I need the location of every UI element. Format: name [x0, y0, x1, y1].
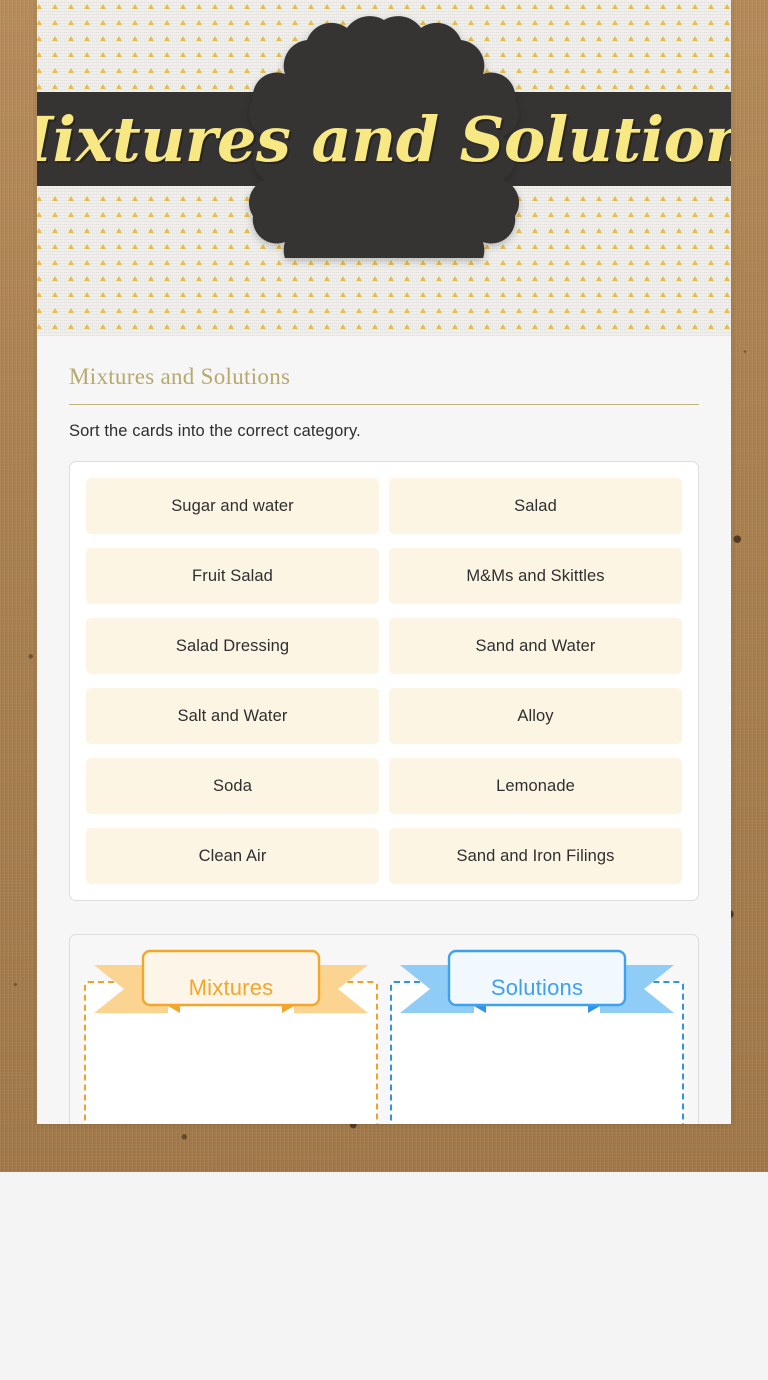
card-item[interactable]: Salad — [389, 478, 682, 534]
drop-zones-panel: Mixtures Solutions — [69, 934, 699, 1124]
drop-zone-mixtures-wrapper: Mixtures — [84, 949, 378, 1124]
card-item[interactable]: Sand and Water — [389, 618, 682, 674]
page-title: Mixtures and Solutions — [37, 102, 731, 176]
worksheet-header: Mixtures and Solutions — [37, 0, 731, 336]
card-item[interactable]: Sand and Iron Filings — [389, 828, 682, 884]
drop-zone-solutions-wrapper: Solutions — [390, 949, 684, 1124]
card-item[interactable]: Alloy — [389, 688, 682, 744]
ribbon-label-solutions: Solutions — [490, 975, 584, 1000]
card-item[interactable]: Lemonade — [389, 758, 682, 814]
worksheet-body: Mixtures and Solutions Sort the cards in… — [37, 336, 731, 1124]
instructions-text: Sort the cards into the correct category… — [69, 422, 361, 440]
card-item[interactable]: Salt and Water — [86, 688, 379, 744]
card-item[interactable]: Salad Dressing — [86, 618, 379, 674]
page-root: Mixtures and Solutions Mixtures and Solu… — [0, 0, 768, 1380]
ribbon-label-mixtures: Mixtures — [188, 975, 274, 1000]
worksheet-sheet: Mixtures and Solutions Mixtures and Solu… — [37, 0, 731, 1124]
card-item[interactable]: Fruit Salad — [86, 548, 379, 604]
header-divider — [69, 404, 699, 405]
cards-panel: Sugar and water Salad Fruit Salad M&Ms a… — [69, 461, 699, 901]
card-item[interactable]: Sugar and water — [86, 478, 379, 534]
card-item[interactable]: M&Ms and Skittles — [389, 548, 682, 604]
card-item[interactable]: Soda — [86, 758, 379, 814]
worksheet-subtitle: Mixtures and Solutions — [69, 364, 291, 389]
card-item[interactable]: Clean Air — [86, 828, 379, 884]
